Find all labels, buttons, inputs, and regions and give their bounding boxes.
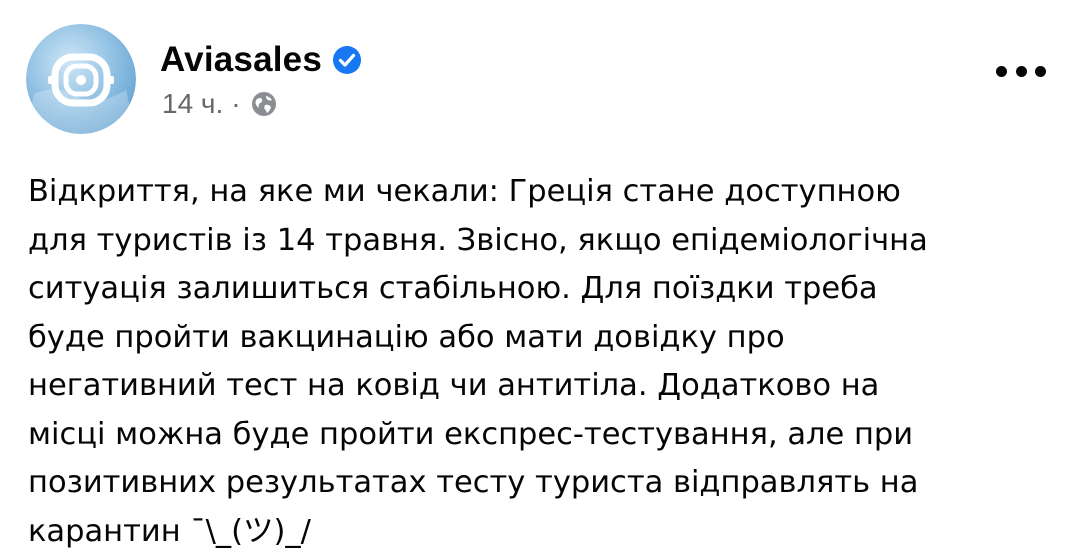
more-dot: [1015, 65, 1027, 77]
post-meta: 14 ч. ·: [162, 88, 277, 120]
globe-icon: [251, 91, 277, 117]
post-text-line: позитивних результатах тесту туриста від…: [28, 465, 919, 500]
post-body-text: Відкриття, на яке ми чекали: Греція стан…: [28, 168, 1058, 556]
more-options-icon[interactable]: [996, 56, 1046, 86]
post-text-line: місці можна буде пройти експрес-тестуван…: [28, 416, 914, 452]
meta-separator: ·: [231, 88, 241, 119]
post-text-line: Відкриття, на яке ми чекали: Греція стан…: [28, 174, 901, 209]
facebook-post: Aviasales 14 ч. · Відкриття, на яке ми ч…: [0, 0, 1080, 559]
more-dot: [996, 65, 1007, 77]
post-text-line: ситуація залишиться стабільною. Для поїз…: [28, 271, 878, 306]
timestamp-link[interactable]: 14 ч.: [162, 88, 223, 120]
avatar[interactable]: [26, 24, 136, 134]
verified-badge-icon: [332, 45, 362, 75]
post-text-line: негативний тест на ковід чи антитіла. До…: [28, 368, 880, 403]
more-dot: [1035, 65, 1046, 77]
post-text-line: карантин ¯\_(ツ)_/: [28, 513, 311, 549]
post-text-line: буде пройти вакцинацію або мати довідку …: [28, 319, 785, 355]
page-name-link[interactable]: Aviasales: [160, 40, 322, 80]
post-text-line: для туристів із 14 травня. Звісно, якщо …: [28, 222, 928, 258]
author-row: Aviasales: [160, 40, 362, 80]
porthole-logo-icon: [26, 24, 136, 134]
